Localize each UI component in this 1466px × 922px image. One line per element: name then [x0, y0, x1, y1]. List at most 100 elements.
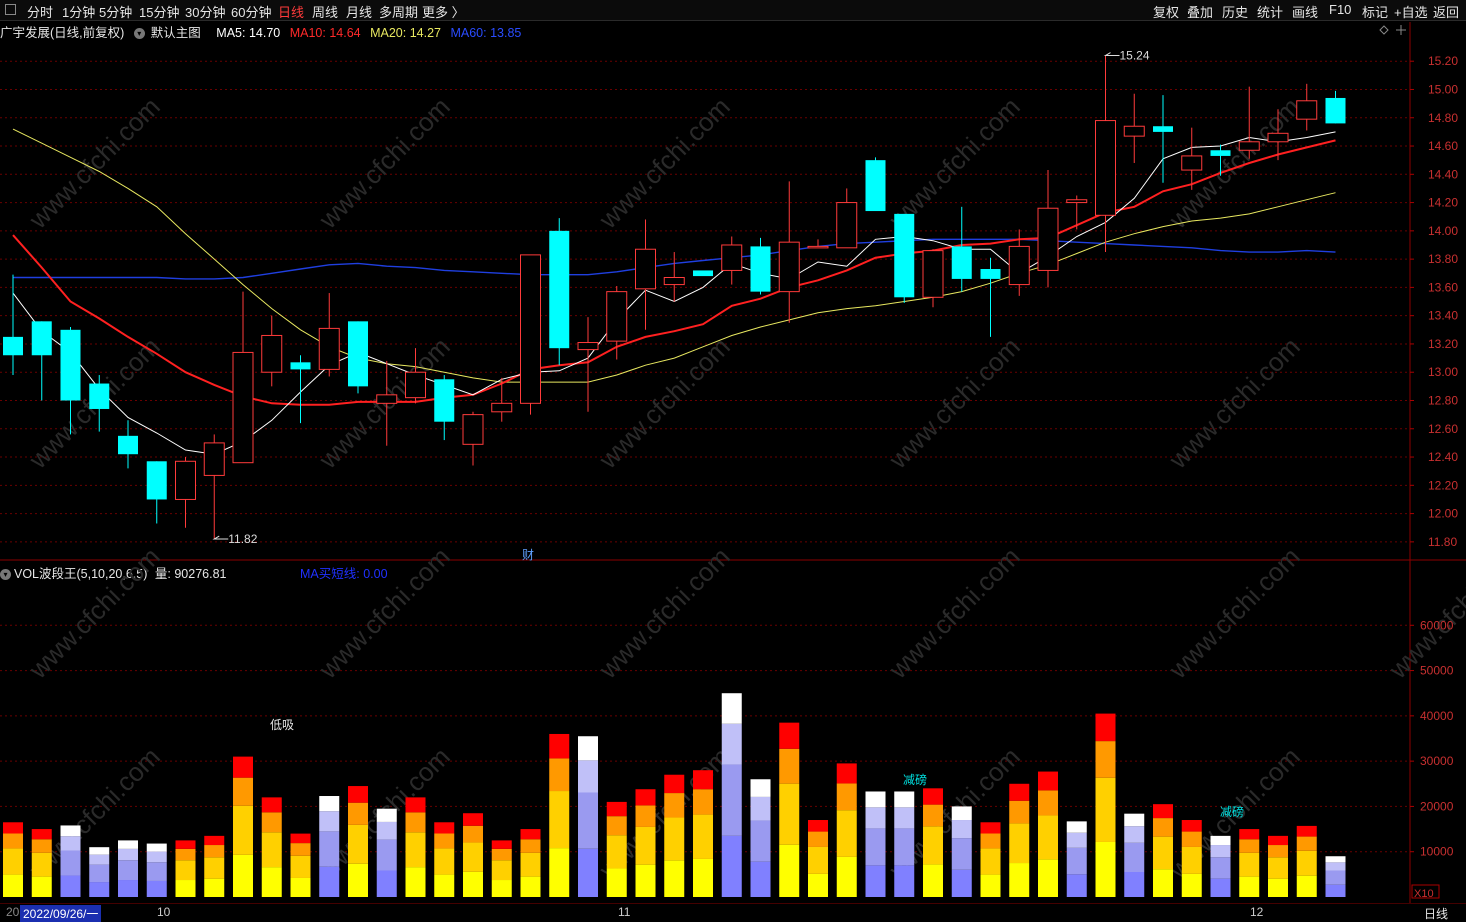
candle-body [1181, 155, 1203, 171]
volume-bar-segment [1095, 741, 1116, 778]
reduce-position-signal: 减磅 [1220, 804, 1244, 819]
volume-bar-segment [664, 793, 685, 818]
volume-bar-segment [578, 736, 598, 761]
volume-indicator-selector[interactable]: ▾ VOL波段王(5,10,20,6,5) [0, 567, 147, 581]
candle-body [290, 362, 311, 370]
volume-bar-segment [1239, 876, 1260, 897]
watermark-text: www.cfchi.com [882, 331, 1025, 474]
volume-bar-segment [1296, 850, 1317, 876]
volume-bar-segment [1239, 829, 1260, 840]
watermark-text: www.cfchi.com [312, 331, 455, 474]
candle [750, 237, 771, 295]
volume-bar-segment [693, 814, 713, 859]
candle-body [721, 244, 743, 271]
volume-bar-segment [606, 868, 627, 897]
volume-bar-segment [491, 880, 512, 897]
candle [1123, 93, 1145, 163]
volume-bar-segment [405, 832, 426, 868]
tab-15min[interactable]: 15分钟 [139, 2, 179, 21]
volume-bar-segment [261, 812, 282, 833]
tab-30min[interactable]: 30分钟 [185, 2, 225, 21]
overlay-button[interactable]: 叠加 [1187, 2, 1213, 21]
candle [1066, 195, 1088, 230]
tab-daily[interactable]: 日线 [278, 2, 304, 21]
price-tick-label: 14.80 [1428, 111, 1458, 125]
volume-bar-segment [836, 856, 857, 897]
candle-body [462, 414, 484, 445]
f10-button[interactable]: F10 [1329, 2, 1351, 17]
volume-bar-segment [520, 852, 541, 877]
volume-bar-segment [1153, 869, 1173, 897]
month-label-11: 11 [618, 905, 631, 919]
volume-bar [261, 797, 282, 897]
volume-bar [1181, 820, 1202, 897]
volume-bar-segment [951, 838, 972, 870]
candle-body [693, 270, 713, 277]
tab-monthly[interactable]: 月线 [346, 2, 372, 21]
dropdown-icon: ▾ [133, 28, 145, 40]
candle [434, 375, 455, 441]
volume-bar [1210, 835, 1231, 897]
tab-multi-period[interactable]: 多周期 [379, 2, 418, 21]
volume-bar-segment [60, 850, 81, 876]
tab-weekly[interactable]: 周线 [312, 2, 338, 21]
volume-bar [664, 774, 685, 897]
price-tick-label: 15.20 [1428, 54, 1458, 68]
price-tick-label: 14.20 [1428, 196, 1458, 210]
grid [0, 22, 1466, 903]
volume-bar-segment [1268, 835, 1288, 846]
volume-bar-segment [146, 851, 167, 863]
volume-bar [606, 801, 627, 897]
volume-bar-segment [463, 871, 483, 897]
tab-more[interactable]: 更多 〉 [422, 2, 465, 21]
volume-bar-segment [865, 791, 886, 808]
volume-bar-segment [1009, 823, 1030, 864]
volume-bar [118, 840, 138, 897]
tab-1min[interactable]: 1分钟 [62, 2, 95, 21]
candle-body [1325, 97, 1346, 124]
volume-bar-segment [261, 797, 282, 813]
volume-bar-segment [290, 843, 311, 856]
volume-bar-segment [348, 786, 368, 803]
volume-bar-segment [923, 826, 943, 865]
ma5-value: MA5: 14.70 [216, 26, 281, 40]
tab-intraday[interactable]: 分时 [27, 2, 53, 21]
watermark-text: www.cfchi.com [592, 741, 735, 884]
volume-tick-label: 30000 [1420, 754, 1454, 768]
volume-bar-segment [980, 874, 1001, 897]
volume-bar-segment [463, 842, 483, 872]
template-selector[interactable]: ▾ 默认主图 [133, 26, 207, 40]
volume-bar-segment [635, 789, 656, 806]
volume-bar-segment [376, 839, 397, 871]
volume-bar-segment [750, 796, 771, 821]
volume-bar [491, 840, 512, 897]
stock-chart: www.cfchi.com www.cfchi.com www.cfchi.com w… [0, 22, 1466, 903]
volume-bar [1296, 825, 1317, 897]
back-button[interactable]: 返回 [1433, 2, 1459, 21]
history-button[interactable]: 历史 [1222, 2, 1248, 21]
date-axis: 20 2022/09/26/一 10 11 12 日线 [0, 903, 1466, 922]
tab-5min[interactable]: 5分钟 [99, 2, 132, 21]
volume-bar-segment [31, 852, 52, 877]
menu-icon[interactable] [5, 4, 16, 15]
volume-bar [319, 796, 340, 897]
statistics-button[interactable]: 统计 [1257, 2, 1283, 21]
volume-bar-segment [1268, 878, 1288, 897]
add-watchlist-button[interactable]: +自选 [1394, 2, 1428, 21]
candle-body [807, 245, 829, 249]
mark-button[interactable]: 标记 [1362, 2, 1388, 21]
template-label: 默认主图 [150, 26, 201, 40]
draw-line-button[interactable]: 画线 [1292, 2, 1318, 21]
volume-bar [923, 788, 943, 897]
volume-bar-segment [1066, 874, 1087, 897]
volume-bar [693, 770, 713, 897]
volume-bar-segment [434, 833, 455, 849]
volume-bar-segment [1296, 875, 1317, 897]
volume-bar-segment [463, 813, 483, 826]
tab-60min[interactable]: 60分钟 [231, 2, 271, 21]
adjust-button[interactable]: 复权 [1153, 2, 1179, 21]
candle [778, 181, 800, 323]
volume-bar [1038, 771, 1058, 897]
volume-bar-segment [808, 846, 828, 874]
candle [348, 321, 368, 394]
